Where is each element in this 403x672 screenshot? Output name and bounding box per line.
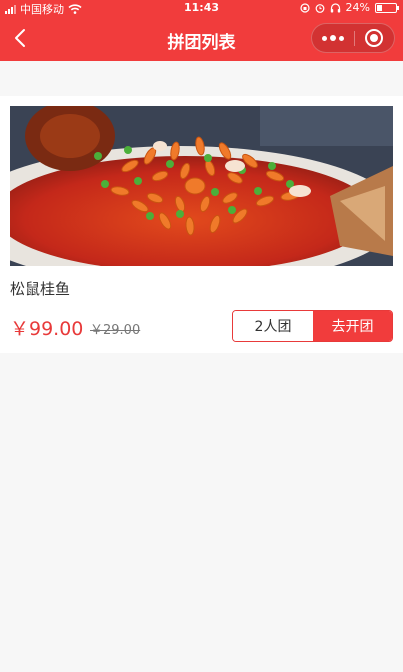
original-price: ￥29.00 — [90, 323, 141, 338]
start-group-button[interactable]: 2人团 去开团 — [232, 310, 393, 342]
dish-photo — [10, 106, 393, 266]
capsule-divider — [354, 31, 355, 46]
dish-image[interactable] — [10, 106, 393, 266]
battery-percent: 24% — [345, 1, 370, 14]
orientation-lock-icon — [299, 2, 310, 13]
dish-name: 松鼠桂鱼 — [10, 280, 71, 298]
mini-program-capsule — [311, 23, 395, 53]
alarm-icon — [315, 3, 324, 13]
battery-icon — [375, 2, 399, 13]
group-buy-card[interactable]: 松鼠桂鱼 ￥99.00 ￥29.00 2人团 去开团 — [0, 96, 403, 353]
group-size-label: 2人团 — [233, 311, 313, 341]
nav-bar: 拼团列表 — [0, 16, 403, 61]
headphones-icon — [330, 2, 340, 12]
close-mini-program-button[interactable] — [365, 29, 383, 47]
status-bar: 中国移动 11:43 24% — [0, 0, 403, 16]
status-right: 24% — [299, 1, 399, 14]
start-group-label: 去开团 — [313, 311, 392, 341]
more-menu-button[interactable] — [312, 24, 354, 52]
more-dots-icon — [322, 35, 327, 41]
group-price: ￥99.00 — [10, 318, 84, 340]
